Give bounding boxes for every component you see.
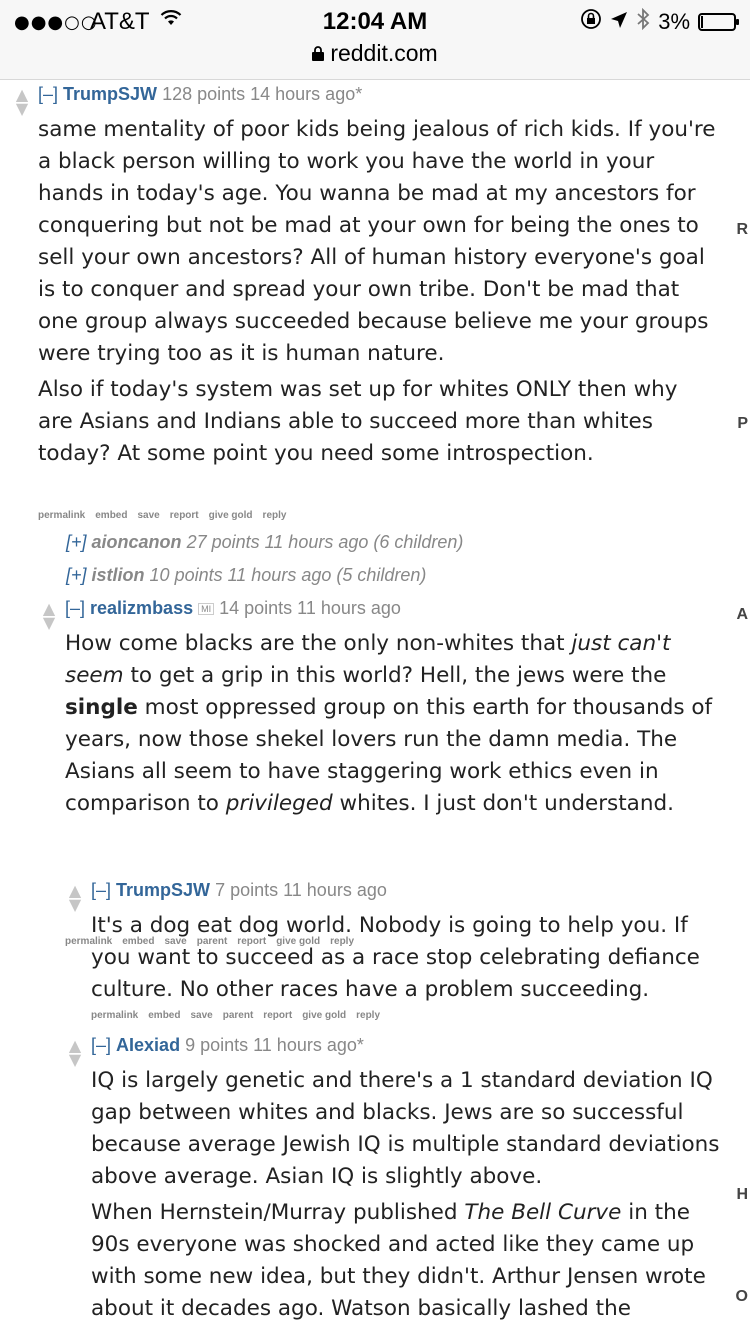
reply-button[interactable]: reply	[263, 510, 287, 521]
comment-paragraph: How come blacks are the only non-whites …	[65, 628, 720, 820]
comment-paragraph: Also if today's system was set up for wh…	[38, 377, 678, 466]
parent-button[interactable]: parent	[223, 1010, 254, 1021]
battery-percent: 3%	[658, 9, 690, 34]
author-link[interactable]: TrumpSJW	[116, 880, 210, 900]
comment-meta: 14 points 11 hours ago	[219, 598, 401, 618]
author-link[interactable]: AIexiad	[116, 1035, 180, 1055]
report-button[interactable]: report	[263, 1010, 292, 1021]
permalink-button[interactable]: permalink	[38, 510, 85, 521]
comment-meta: 7 points 11 hours ago	[215, 880, 387, 900]
downvote-icon[interactable]: ▼	[13, 101, 31, 117]
comment-tagline: [–] AIexiad 9 points 11 hours ago*	[91, 1035, 364, 1056]
sidebar-letter: O	[735, 1288, 748, 1305]
comment-meta: 128 points 14 hours ago*	[162, 84, 363, 104]
author-link[interactable]: aioncanon	[92, 532, 182, 552]
book-title: The Bell Curve	[464, 1200, 622, 1225]
comment-tagline: [–] TrumpSJW 7 points 11 hours ago	[91, 880, 387, 901]
collapsed-comment: [+] aioncanon 27 points 11 hours ago (6 …	[66, 532, 463, 553]
bold-text: single	[65, 695, 138, 720]
report-button[interactable]: report	[170, 510, 199, 521]
text-run: How come blacks are the only non-whites …	[65, 631, 572, 656]
collapse-toggle[interactable]: [–]	[91, 1035, 111, 1055]
comment-meta: 9 points 11 hours ago*	[185, 1035, 364, 1055]
lock-icon	[312, 45, 325, 66]
give-gold-button[interactable]: give gold	[302, 1010, 346, 1021]
comment-body: How come blacks are the only non-whites …	[65, 628, 720, 824]
permalink-button[interactable]: permalink	[91, 1010, 138, 1021]
sidebar-letter: A	[736, 606, 748, 623]
vote-arrows: ▲ ▼	[66, 883, 84, 913]
collapse-toggle[interactable]: [–]	[91, 880, 111, 900]
user-flair: MI	[198, 603, 215, 616]
expand-toggle[interactable]: [+]	[66, 565, 87, 585]
author-link[interactable]: TrumpSJW	[63, 84, 157, 104]
collapse-toggle[interactable]: [–]	[65, 598, 85, 618]
comment-actions: permalink embed save report give gold re…	[38, 510, 286, 521]
url-text: reddit.com	[330, 40, 438, 66]
reply-button[interactable]: reply	[356, 1010, 380, 1021]
comment-tagline: [–] realizmbass MI 14 points 11 hours ag…	[65, 598, 401, 619]
author-link[interactable]: realizmbass	[90, 598, 193, 618]
collapse-toggle[interactable]: [–]	[38, 84, 58, 104]
save-button[interactable]: save	[137, 510, 159, 521]
battery-icon	[698, 13, 739, 31]
comment-tagline: [–] TrumpSJW 128 points 14 hours ago*	[38, 84, 362, 105]
status-right: 3%	[580, 7, 739, 36]
sidebar-letter: H	[736, 1186, 748, 1203]
downvote-icon[interactable]: ▼	[66, 897, 84, 913]
author-link[interactable]: istlion	[92, 565, 145, 585]
vote-arrows: ▲ ▼	[13, 87, 31, 117]
comment-tagline: [+] istlion 10 points 11 hours ago (5 ch…	[66, 565, 426, 586]
embed-button[interactable]: embed	[95, 510, 127, 521]
expand-toggle[interactable]: [+]	[66, 532, 87, 552]
comment-body: IQ is largely genetic and there's a 1 st…	[91, 1065, 726, 1329]
give-gold-button[interactable]: give gold	[209, 510, 253, 521]
comment-paragraph: IQ is largely genetic and there's a 1 st…	[91, 1068, 720, 1189]
sidebar-letter: P	[737, 415, 748, 432]
comment-paragraph: When Hernstein/Murray published The Bell…	[91, 1197, 726, 1325]
save-button[interactable]: save	[190, 1010, 212, 1021]
comment-body: same mentality of poor kids being jealou…	[38, 114, 718, 474]
comment-actions: permalink embed save parent report give …	[91, 1010, 380, 1021]
rotation-lock-icon	[580, 8, 602, 36]
text-run: whites. I just don't understand.	[332, 791, 674, 816]
battery-level	[701, 16, 703, 28]
address-bar[interactable]: reddit.com	[0, 40, 750, 67]
collapsed-comment: [+] istlion 10 points 11 hours ago (5 ch…	[66, 565, 426, 586]
comment-body: It's a dog eat dog world. Nobody is goin…	[91, 910, 731, 1010]
vote-arrows: ▲ ▼	[40, 601, 58, 631]
downvote-icon[interactable]: ▼	[40, 615, 58, 631]
downvote-icon[interactable]: ▼	[66, 1052, 84, 1068]
comment-meta: 27 points 11 hours ago (6 children)	[186, 532, 464, 552]
location-arrow-icon	[610, 9, 628, 35]
text-run: When Hernstein/Murray published	[91, 1200, 465, 1225]
comment-meta: 10 points 11 hours ago (5 children)	[149, 565, 427, 585]
text-run: to get a grip in this world? Hell, the j…	[123, 663, 667, 688]
bluetooth-icon	[636, 7, 650, 36]
emphasis: privileged	[225, 791, 333, 816]
comment-paragraph: It's a dog eat dog world. Nobody is goin…	[91, 913, 700, 1002]
sidebar-letter: R	[736, 221, 748, 238]
embed-button[interactable]: embed	[148, 1010, 180, 1021]
status-bar: ●●●○○ AT&T 12:04 AM 3% reddit.com	[0, 0, 750, 80]
comment-tagline: [+] aioncanon 27 points 11 hours ago (6 …	[66, 532, 463, 553]
vote-arrows: ▲ ▼	[66, 1038, 84, 1068]
comment-paragraph: same mentality of poor kids being jealou…	[38, 117, 716, 366]
